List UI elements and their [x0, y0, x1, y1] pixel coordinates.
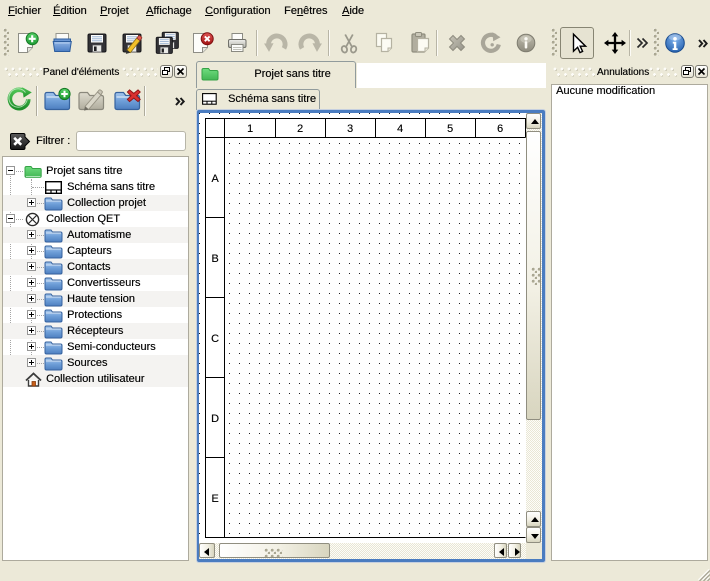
- svg-text:B: B: [211, 253, 218, 265]
- svg-text:3: 3: [347, 123, 353, 135]
- svg-text:5: 5: [447, 123, 453, 135]
- svg-text:6: 6: [497, 123, 503, 135]
- svg-text:C: C: [211, 333, 219, 345]
- svg-text:D: D: [211, 413, 219, 425]
- svg-text:A: A: [211, 173, 219, 185]
- svg-text:4: 4: [397, 123, 403, 135]
- svg-text:E: E: [211, 493, 218, 505]
- svg-text:1: 1: [247, 123, 253, 135]
- svg-text:2: 2: [297, 123, 303, 135]
